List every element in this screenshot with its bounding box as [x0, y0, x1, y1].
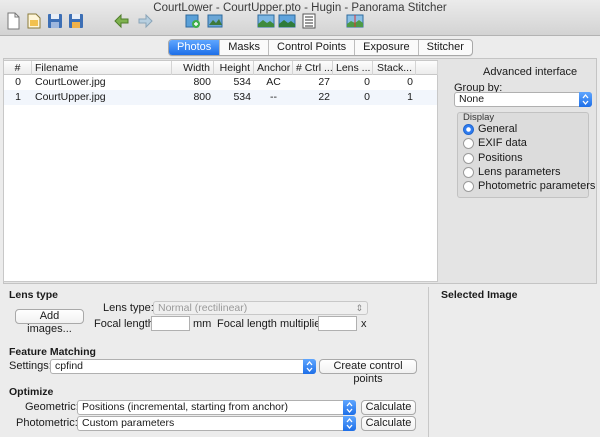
cell-height: 534 [233, 76, 251, 88]
tab-control-points[interactable]: Control Points [269, 40, 356, 55]
chevron-updown-icon: ⇕ [355, 303, 363, 313]
add-time-series-icon[interactable] [206, 12, 224, 30]
chevron-updown-icon [303, 359, 316, 374]
radio-label: General [478, 123, 518, 135]
radio-icon [463, 153, 474, 164]
column-header-lens[interactable]: Lens ... [333, 61, 373, 75]
column-header-filename[interactable]: Filename [32, 61, 172, 75]
radio-icon [463, 167, 474, 178]
add-images-button[interactable]: Add images... [15, 309, 84, 335]
lens-type-heading: Lens type [9, 289, 59, 301]
cell-lens: 0 [364, 91, 370, 103]
cell-index: 0 [15, 76, 21, 88]
display-option-positions[interactable]: Positions [463, 152, 523, 165]
focal-length-multiplier-label: Focal length multiplier: [217, 318, 328, 330]
tab-bar: Photos Masks Control Points Exposure Sti… [168, 39, 473, 56]
chevron-updown-icon [343, 400, 356, 415]
tab-masks[interactable]: Masks [220, 40, 270, 55]
column-header-index[interactable]: # [4, 61, 32, 75]
chevron-updown-icon [579, 92, 592, 107]
stitch-icon[interactable] [346, 12, 364, 30]
optimize-heading: Optimize [9, 386, 54, 398]
undo-icon[interactable] [113, 12, 131, 30]
fast-preview-icon[interactable] [278, 12, 296, 30]
table-row[interactable]: 0 CourtLower.jpg 800 534 AC 27 0 0 [4, 75, 437, 90]
radio-label: Positions [478, 152, 523, 164]
group-by-value: None [459, 93, 485, 105]
preview-icon[interactable] [257, 12, 275, 30]
list-icon[interactable] [300, 12, 318, 30]
photometric-select[interactable]: Custom parameters [77, 416, 356, 431]
settings-label: Settings: [9, 360, 52, 372]
chevron-updown-icon [343, 416, 356, 431]
display-option-lens[interactable]: Lens parameters [463, 166, 561, 179]
save-icon[interactable] [46, 12, 64, 30]
table-header: # Filename Width Height Anchor # Ctrl ..… [4, 61, 438, 75]
advanced-interface-title: Advanced interface [483, 66, 578, 78]
radio-label: Lens parameters [478, 166, 561, 178]
geometric-value: Positions (incremental, starting from an… [82, 401, 288, 413]
photos-table[interactable]: # Filename Width Height Anchor # Ctrl ..… [3, 60, 438, 282]
cell-filename: CourtLower.jpg [35, 76, 106, 88]
lens-type-label: Lens type: [103, 302, 154, 314]
geometric-select[interactable]: Positions (incremental, starting from an… [77, 400, 356, 415]
column-header-height[interactable]: Height [214, 61, 254, 75]
panel-divider [428, 287, 429, 437]
multiplier-unit: x [361, 318, 367, 330]
geometric-calculate-button[interactable]: Calculate [361, 400, 416, 415]
cell-lens: 0 [364, 76, 370, 88]
create-control-points-button[interactable]: Create control points [319, 359, 417, 385]
display-label: Display [463, 112, 495, 123]
open-folder-icon[interactable] [25, 12, 43, 30]
tab-photos[interactable]: Photos [169, 40, 221, 55]
photometric-value: Custom parameters [82, 417, 175, 429]
column-header-width[interactable]: Width [172, 61, 214, 75]
radio-label: Photometric parameters [478, 180, 596, 192]
cell-anchor: -- [270, 91, 277, 103]
photometric-label: Photometric: [16, 417, 78, 429]
cell-index: 1 [15, 91, 21, 103]
cell-width: 800 [193, 91, 211, 103]
geometric-label: Geometric: [25, 401, 79, 413]
lens-type-value: Normal (rectilinear) [158, 302, 248, 314]
radio-icon [463, 181, 474, 192]
title-bar: CourtLower - CourtUpper.pto - Hugin - Pa… [0, 0, 600, 36]
display-option-photometric[interactable]: Photometric parameters [463, 180, 595, 193]
cell-filename: CourtUpper.jpg [35, 91, 106, 103]
cell-height: 534 [233, 91, 251, 103]
cell-stack: 0 [407, 76, 413, 88]
new-document-icon[interactable] [4, 12, 22, 30]
cell-anchor: AC [266, 76, 281, 88]
save-as-icon[interactable] [67, 12, 85, 30]
tab-exposure[interactable]: Exposure [355, 40, 419, 55]
radio-icon [463, 138, 474, 149]
cell-ctrl-points: 27 [318, 76, 330, 88]
photometric-calculate-button[interactable]: Calculate [361, 416, 416, 431]
add-images-icon[interactable] [184, 12, 202, 30]
focal-length-label: Focal length: [94, 318, 157, 330]
feature-matching-select[interactable]: cpfind [50, 359, 316, 374]
column-header-ctrl-points[interactable]: # Ctrl ... [293, 61, 333, 75]
cell-stack: 1 [407, 91, 413, 103]
feature-matching-value: cpfind [55, 360, 84, 372]
display-option-exif[interactable]: EXIF data [463, 137, 527, 150]
table-row[interactable]: 1 CourtUpper.jpg 800 534 -- 22 0 1 [4, 90, 437, 105]
radio-selected-icon [463, 124, 474, 135]
cell-ctrl-points: 22 [318, 91, 330, 103]
focal-length-input[interactable] [151, 316, 190, 331]
column-header-stack[interactable]: Stack... [373, 61, 416, 75]
redo-icon[interactable] [136, 12, 154, 30]
focal-length-multiplier-input[interactable] [318, 316, 357, 331]
column-header-extra [416, 61, 438, 75]
focal-length-unit: mm [193, 318, 212, 330]
feature-matching-heading: Feature Matching [9, 346, 96, 358]
radio-label: EXIF data [478, 137, 527, 149]
group-by-select[interactable]: None [454, 92, 592, 107]
lens-type-select[interactable]: Normal (rectilinear) ⇕ [153, 301, 368, 315]
display-option-general[interactable]: General [463, 123, 517, 136]
cell-width: 800 [193, 76, 211, 88]
tab-stitcher[interactable]: Stitcher [419, 40, 472, 55]
column-header-anchor[interactable]: Anchor [254, 61, 293, 75]
selected-image-heading: Selected Image [441, 289, 518, 301]
